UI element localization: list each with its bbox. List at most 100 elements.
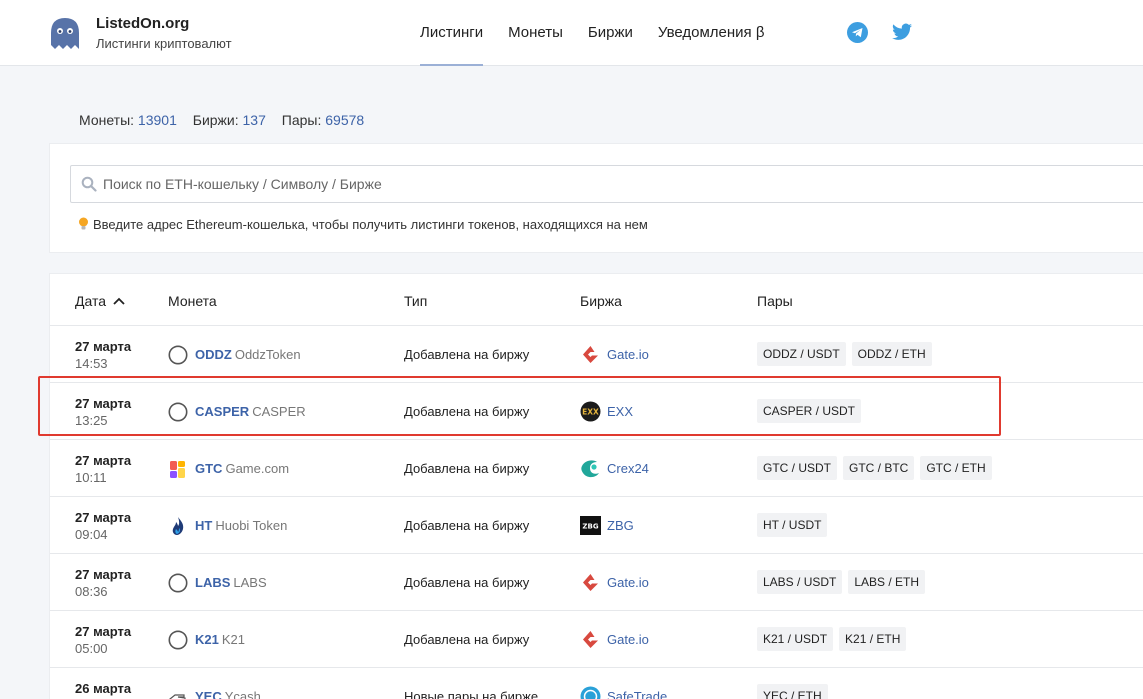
coin-name[interactable]: Huobi Token (215, 518, 287, 533)
table-row[interactable]: 27 марта 14:53 ODDZ OddzToken Добавлена н… (50, 326, 1143, 383)
exchange-link[interactable]: Gate.io (607, 347, 649, 362)
search-hint-text: Введите адрес Ethereum-кошелька, чтобы п… (93, 217, 648, 232)
pairs-list: YEC / ETH (757, 684, 828, 699)
header-coin: Монета (168, 293, 217, 309)
coin-symbol[interactable]: LABS (195, 575, 230, 590)
pair-tag[interactable]: LABS / ETH (848, 570, 926, 594)
coin-link[interactable]: CASPER CASPER (195, 404, 306, 419)
row-date: 27 марта (75, 453, 132, 468)
header-date-label: Дата (75, 293, 107, 309)
listing-type: Добавлена на биржу (404, 632, 530, 647)
circle-icon (168, 573, 188, 593)
listing-type: Добавлена на биржу (404, 518, 530, 533)
search-input[interactable] (103, 166, 1103, 202)
listing-type: Добавлена на биржу (404, 575, 530, 590)
pair-tag[interactable]: K21 / ETH (839, 627, 907, 651)
coin-name[interactable]: K21 (222, 632, 245, 647)
stats-exchanges-label: Биржи: (192, 112, 239, 128)
pair-tag[interactable]: ODDZ / USDT (757, 342, 846, 366)
row-date: 27 марта (75, 396, 132, 411)
nav-notifications[interactable]: Уведомления β (658, 0, 765, 66)
nav-coins[interactable]: Монеты (508, 0, 563, 66)
table-row[interactable]: 27 марта 10:11 GTC Game.com Добавлена на … (50, 440, 1143, 497)
pairs-list: LABS / USDT LABS / ETH (757, 570, 926, 594)
coin-link[interactable]: GTC Game.com (195, 461, 289, 476)
coin-name[interactable]: Game.com (225, 461, 289, 476)
exx-icon: EXX (580, 401, 601, 422)
stats-pairs-value[interactable]: 69578 (325, 112, 364, 128)
table-row[interactable]: 27 марта 08:36 LABS LABS Добавлена на бир… (50, 554, 1143, 611)
pair-tag[interactable]: ODDZ / ETH (851, 342, 932, 366)
header-date[interactable]: Дата (75, 293, 125, 309)
row-time: 14:53 (75, 356, 108, 371)
ghost-logo-icon[interactable] (48, 16, 82, 50)
row-date: 27 марта (75, 567, 132, 582)
header-pairs: Пары (757, 293, 793, 309)
coin-symbol[interactable]: HT (195, 518, 212, 533)
sort-ascending-icon[interactable] (113, 297, 125, 305)
pair-tag[interactable]: GTC / ETH (920, 456, 992, 480)
pair-tag[interactable]: GTC / BTC (843, 456, 915, 480)
header-type: Тип (404, 293, 428, 309)
exchange-link[interactable]: Gate.io (607, 632, 649, 647)
gateio-icon (583, 574, 598, 591)
coin-symbol[interactable]: YEC (195, 689, 222, 699)
coin-name[interactable]: OddzToken (235, 347, 301, 362)
coin-name[interactable]: CASPER (252, 404, 305, 419)
exchange-link[interactable]: ZBG (607, 518, 634, 533)
search-hint: Введите адрес Ethereum-кошелька, чтобы п… (78, 217, 648, 232)
coin-symbol[interactable]: CASPER (195, 404, 249, 419)
exchange-link[interactable]: Crex24 (607, 461, 649, 476)
coin-link[interactable]: ODDZ OddzToken (195, 347, 301, 362)
stats-pairs-label: Пары: (281, 112, 322, 128)
coin-link[interactable]: K21 K21 (195, 632, 245, 647)
pair-tag[interactable]: LABS / USDT (757, 570, 843, 594)
gateio-icon (583, 346, 598, 363)
stats-exchanges-value[interactable]: 137 (243, 112, 266, 128)
coin-name[interactable]: Ycash (225, 689, 261, 699)
pairs-list: HT / USDT (757, 513, 828, 537)
row-time: 09:04 (75, 527, 108, 542)
listing-type: Добавлена на биржу (404, 404, 530, 419)
coin-link[interactable]: HT Huobi Token (195, 518, 287, 533)
brand-subtitle: Листинги криптовалют (96, 36, 232, 51)
coin-link[interactable]: LABS LABS (195, 575, 267, 590)
row-time: 08:36 (75, 584, 108, 599)
coin-link[interactable]: YEC Ycash (195, 689, 261, 699)
listing-type: Добавлена на биржу (404, 347, 530, 362)
search-box[interactable] (70, 165, 1143, 203)
search-card: Введите адрес Ethereum-кошелька, чтобы п… (49, 143, 1143, 253)
telegram-icon[interactable] (847, 22, 868, 43)
stats-coins-value[interactable]: 13901 (138, 112, 177, 128)
gamecom-icon (170, 461, 185, 478)
pair-tag[interactable]: YEC / ETH (757, 684, 828, 699)
table-row[interactable]: 26 марта YEC Ycash Новые пары на бирже Sa… (50, 668, 1143, 699)
pair-tag[interactable]: HT / USDT (757, 513, 828, 537)
table-row[interactable]: 27 марта 05:00 K21 K21 Добавлена на биржу… (50, 611, 1143, 668)
coin-name[interactable]: LABS (233, 575, 266, 590)
pair-tag[interactable]: CASPER / USDT (757, 399, 862, 423)
coin-symbol[interactable]: K21 (195, 632, 219, 647)
table-row[interactable]: 27 марта 09:04 HT Huobi Token Добавлена н… (50, 497, 1143, 554)
circle-icon (168, 345, 188, 365)
twitter-icon[interactable] (892, 22, 913, 43)
row-time: 10:11 (75, 470, 107, 485)
pair-tag[interactable]: K21 / USDT (757, 627, 834, 651)
exchange-link[interactable]: SafeTrade (607, 689, 667, 699)
brand-name[interactable]: ListedOn.org (96, 15, 189, 32)
safetrade-icon (580, 686, 601, 699)
stats-bar: Монеты: 13901 Биржи: 137 Пары: 69578 (79, 112, 376, 128)
coin-symbol[interactable]: GTC (195, 461, 222, 476)
main-nav: Листинги Монеты Биржи Уведомления β (420, 0, 764, 66)
exchange-link[interactable]: EXX (607, 404, 633, 419)
circle-icon (168, 630, 188, 650)
table-row[interactable]: 27 марта 13:25 CASPER CASPER Добавлена на… (50, 383, 1143, 440)
nav-exchanges[interactable]: Биржи (588, 0, 633, 66)
coin-symbol[interactable]: ODDZ (195, 347, 232, 362)
exchange-link[interactable]: Gate.io (607, 575, 649, 590)
row-time: 05:00 (75, 641, 108, 656)
pairs-list: K21 / USDT K21 / ETH (757, 627, 907, 651)
nav-listings[interactable]: Листинги (420, 0, 484, 66)
pair-tag[interactable]: GTC / USDT (757, 456, 837, 480)
row-date: 27 марта (75, 510, 132, 525)
